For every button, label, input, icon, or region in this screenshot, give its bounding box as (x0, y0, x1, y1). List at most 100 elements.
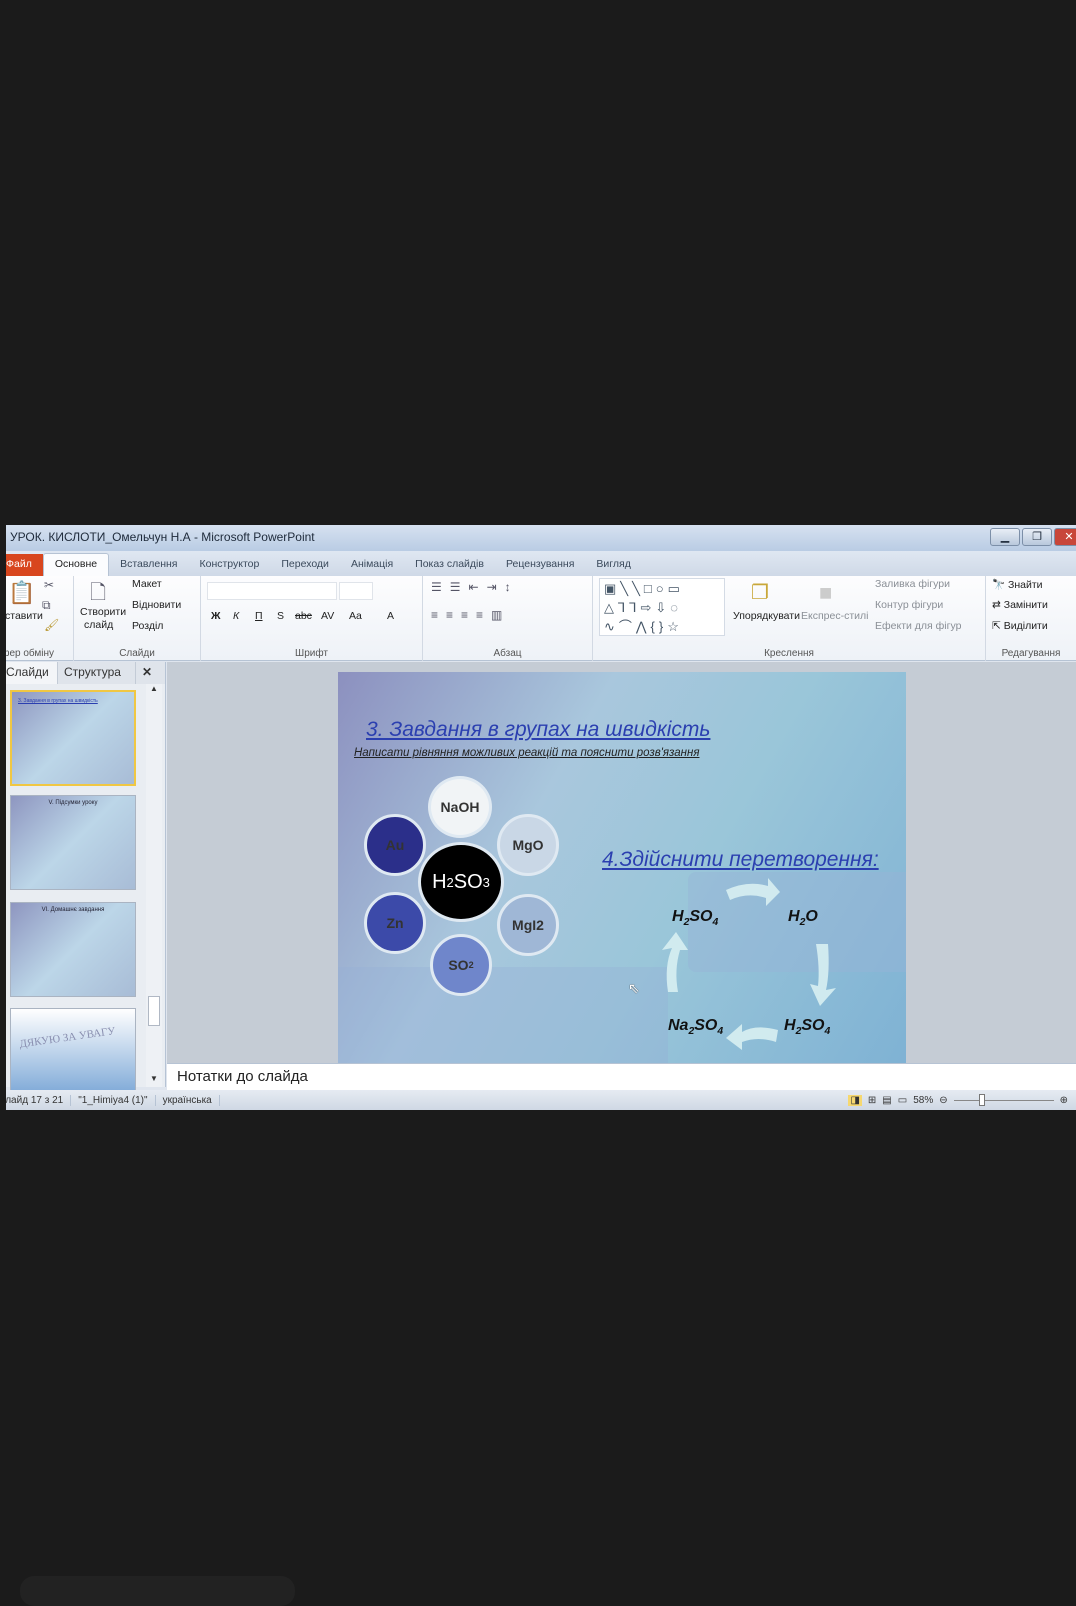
layout-button[interactable]: Макет (132, 578, 162, 590)
underline-button[interactable]: П (255, 610, 263, 622)
group-label: Слайди (119, 648, 155, 659)
thumb-title: ДЯКУЮ ЗА УВАГУ (18, 1025, 116, 1051)
arrow-left-icon (726, 1024, 778, 1050)
scroll-up-icon[interactable]: ▲ (146, 684, 162, 693)
theme-name: "1_Himiya4 (1)" (71, 1094, 156, 1106)
formula-sub: 2 (446, 874, 454, 890)
close-panel-icon[interactable]: ✕ (136, 662, 158, 684)
chain-h2so4-top: H2SO4 (672, 908, 719, 929)
thumb-title: V. Підсумки уроку (48, 800, 98, 806)
ribbon: 📋 Вставити ✂ ⧉ 🖌 Буфер обміну 🗋 Створити… (6, 576, 1076, 661)
tab-insert[interactable]: Вставлення (109, 554, 188, 576)
tab-home[interactable]: Основне (42, 553, 110, 576)
format-painter-icon[interactable]: 🖌 (44, 618, 59, 632)
shape-fill-button[interactable]: Заливка фігури (875, 578, 950, 590)
ribbon-tabs: Файл Основне Вставлення Конструктор Пере… (6, 551, 1076, 576)
zoom-level[interactable]: 58% (913, 1095, 933, 1106)
arrow-right-icon (726, 878, 780, 906)
tab-file[interactable]: Файл (6, 554, 43, 576)
font-color-button[interactable]: A (387, 610, 394, 622)
tab-review[interactable]: Рецензування (495, 554, 585, 576)
tab-slides[interactable]: Слайди (6, 662, 58, 684)
bold-button[interactable]: Ж (211, 610, 221, 622)
node-au: Au (364, 814, 426, 876)
title-bar: УРОК. КИСЛОТИ_Омельчун Н.А - Microsoft P… (6, 525, 1076, 551)
paste-button[interactable]: Вставити (6, 610, 43, 622)
strikethrough-button[interactable]: abc (295, 610, 312, 622)
group-label: Шрифт (295, 648, 328, 659)
slide-thumbnail-20[interactable]: ДЯКУЮ ЗА УВАГУ (10, 1008, 136, 1098)
find-button[interactable]: 🔭 Знайти (992, 578, 1043, 591)
cut-icon[interactable]: ✂ (44, 578, 54, 592)
window-title: УРОК. КИСЛОТИ_Омельчун Н.А - Microsoft P… (10, 530, 315, 544)
thumbnails-scrollbar[interactable]: ▲ ▼ (146, 684, 162, 1087)
tab-view[interactable]: Вигляд (585, 554, 641, 576)
slide-sorter-icon[interactable]: ⊞ (868, 1095, 876, 1106)
font-name-select[interactable] (207, 582, 337, 600)
section-button[interactable]: Розділ (132, 620, 163, 632)
italic-button[interactable]: К (233, 610, 239, 622)
node-mgi2: MgI2 (497, 894, 559, 956)
tab-outline[interactable]: Структура (58, 662, 136, 684)
shapes-gallery[interactable]: ▣╲╲□○▭ △⅂⅂⇨⇩◌ ∿⌒⋀{}☆ (599, 578, 725, 636)
shape-effects-button[interactable]: Ефекти для фігур (875, 620, 961, 632)
arrange-button[interactable]: Упорядкувати (733, 610, 800, 622)
zoom-in-button[interactable]: ⊕ (1060, 1095, 1068, 1106)
minimize-button[interactable]: ▁ (990, 528, 1020, 546)
arrange-icon: ❐ (751, 582, 769, 604)
change-case-button[interactable]: Aa (349, 610, 362, 622)
slide-thumbnail-19[interactable]: VI. Домашнє завдання (10, 902, 136, 997)
zoom-slider[interactable] (953, 1093, 1054, 1106)
zoom-out-button[interactable]: ⊖ (939, 1095, 947, 1106)
language[interactable]: українська (156, 1094, 220, 1106)
reading-view-icon[interactable]: ▤ (882, 1095, 891, 1106)
select-button[interactable]: ⇱ Виділити (992, 620, 1048, 632)
restore-button[interactable]: ❐ (1022, 528, 1052, 546)
decor-panel (338, 967, 668, 1063)
group-drawing: ▣╲╲□○▭ △⅂⅂⇨⇩◌ ∿⌒⋀{}☆ ❐ Упорядкувати ■ Експ… (593, 576, 986, 661)
reset-button[interactable]: Відновити (132, 599, 181, 611)
select-label: Виділити (1003, 620, 1048, 632)
thumb-title: VI. Домашнє завдання (41, 907, 105, 913)
node-zn: Zn (364, 892, 426, 954)
slide-thumbnail-18[interactable]: V. Підсумки уроку (10, 795, 136, 890)
close-button[interactable]: ✕ (1054, 528, 1076, 546)
zoom-slider-thumb[interactable] (978, 1093, 985, 1106)
group-label: Редагування (1001, 648, 1061, 659)
tab-slideshow[interactable]: Показ слайдів (404, 554, 495, 576)
task4-title: 4.Здійснити перетворення: (602, 848, 879, 871)
copy-icon[interactable]: ⧉ (42, 598, 51, 613)
scroll-thumb[interactable] (148, 996, 160, 1026)
slide-subtitle: Написати рівняння можливих реакцій та по… (354, 747, 700, 759)
align-icons[interactable]: ≡≡≡≡▥ (431, 608, 510, 622)
node-naoh: NaOH (428, 776, 492, 838)
shadow-button[interactable]: S (277, 610, 284, 622)
replace-button[interactable]: ⇄ Замінити (992, 599, 1048, 611)
normal-view-icon[interactable]: ◨ (848, 1094, 862, 1106)
tab-animations[interactable]: Анімація (340, 554, 404, 576)
slide-canvas[interactable]: 3. Завдання в групах на швидкість Написа… (338, 672, 906, 1063)
slide-title: 3. Завдання в групах на швидкість (366, 718, 711, 741)
group-font: Ж К П S abc AV Aa A Шрифт (201, 576, 423, 661)
formula-sub: 3 (482, 874, 490, 890)
tab-design[interactable]: Конструктор (188, 554, 270, 576)
replace-label: Замінити (1003, 599, 1048, 611)
notes-field[interactable]: Нотатки до слайда (167, 1063, 1076, 1090)
cursor-icon: ⇱ (992, 620, 1001, 632)
chain-na2so4: Na2SO4 (668, 1017, 724, 1038)
char-spacing-button[interactable]: AV (321, 610, 334, 622)
quick-styles-button[interactable]: Експрес-стилі (801, 610, 868, 622)
new-slide-button[interactable]: Створити (80, 606, 126, 618)
find-label: Знайти (1008, 579, 1043, 591)
shape-outline-button[interactable]: Контур фігури (875, 599, 943, 611)
quick-styles-icon: ■ (819, 580, 833, 605)
overlay-pill (20, 1576, 295, 1606)
list-icons[interactable]: ☰☰⇤⇥↕ (431, 580, 519, 594)
tab-transitions[interactable]: Переходи (270, 554, 340, 576)
font-size-select[interactable] (339, 582, 373, 600)
slide-thumbnail-17[interactable]: 3. Завдання в групах на швидкість (10, 690, 136, 786)
scroll-down-icon[interactable]: ▼ (146, 1074, 162, 1083)
slideshow-icon[interactable]: ▭ (898, 1095, 907, 1106)
node-sub: 2 (468, 960, 474, 970)
slide-editor: 3. Завдання в групах на швидкість Написа… (167, 662, 1076, 1063)
